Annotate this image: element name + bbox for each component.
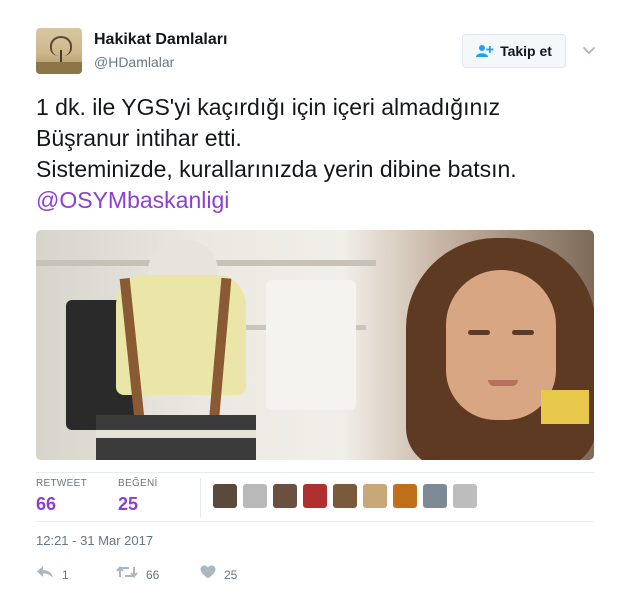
follow-button[interactable]: Takip et: [462, 34, 566, 68]
liker-avatar[interactable]: [363, 484, 387, 508]
like-stat[interactable]: BEĞENİ 25: [118, 478, 158, 515]
tweet-timestamp[interactable]: 12:21 - 31 Mar 2017: [36, 533, 153, 548]
like-action-count: 25: [224, 567, 238, 582]
photo-bag-stripe: [96, 430, 256, 438]
retweet-action-count: 66: [146, 567, 160, 582]
tweet-photo[interactable]: [36, 230, 594, 460]
photo-face: [446, 270, 556, 420]
reply-button[interactable]: 1: [36, 565, 69, 584]
retweet-stat-label: RETWEET: [36, 478, 87, 489]
liker-avatar[interactable]: [453, 484, 477, 508]
liker-avatar[interactable]: [423, 484, 447, 508]
retweet-stat[interactable]: RETWEET 66: [36, 478, 87, 515]
photo-mouth: [488, 380, 518, 386]
author-handle[interactable]: @HDamlalar: [94, 54, 174, 70]
add-user-icon: [476, 44, 494, 58]
stats-bottom-divider: [36, 521, 594, 522]
liker-avatar[interactable]: [303, 484, 327, 508]
reply-count: 1: [62, 567, 69, 582]
photo-eye: [512, 330, 534, 335]
tweet-text-line: 1 dk. ile YGS'yi kaçırdığı için içeri al…: [36, 94, 501, 120]
retweet-button[interactable]: 66: [116, 565, 159, 584]
tweet-text-line: Sisteminizde, kurallarınızda yerin dibin…: [36, 156, 517, 182]
avatar-ground-shape: [36, 62, 82, 74]
like-button[interactable]: 25: [200, 565, 237, 584]
chevron-down-icon[interactable]: [581, 42, 597, 58]
liker-avatar[interactable]: [273, 484, 297, 508]
photo-eye: [468, 330, 490, 335]
reply-icon: [36, 565, 54, 584]
photo-hanging-clothes: [266, 280, 356, 410]
heart-icon: [200, 565, 216, 584]
like-stat-label: BEĞENİ: [118, 478, 158, 489]
author-avatar[interactable]: [36, 28, 82, 74]
liker-avatars: [213, 484, 483, 508]
liker-avatar[interactable]: [333, 484, 357, 508]
stats-top-divider: [36, 472, 594, 473]
liker-avatar[interactable]: [243, 484, 267, 508]
author-name[interactable]: Hakikat Damlaları: [94, 31, 227, 49]
liker-avatar[interactable]: [213, 484, 237, 508]
like-stat-count: 25: [118, 494, 139, 514]
retweet-stat-count: 66: [36, 494, 57, 514]
tweet-text: 1 dk. ile YGS'yi kaçırdığı için içeri al…: [36, 92, 606, 216]
mention-link[interactable]: @OSYMbaskanligi: [36, 185, 606, 216]
tweet-text-line: Büşranur intihar etti.: [36, 125, 242, 151]
photo-price-sign: [541, 390, 589, 424]
retweet-icon: [116, 565, 138, 584]
photo-mannequin: [148, 240, 218, 280]
stats-separator: [200, 478, 201, 518]
follow-button-label: Takip et: [500, 43, 552, 59]
liker-avatar[interactable]: [393, 484, 417, 508]
